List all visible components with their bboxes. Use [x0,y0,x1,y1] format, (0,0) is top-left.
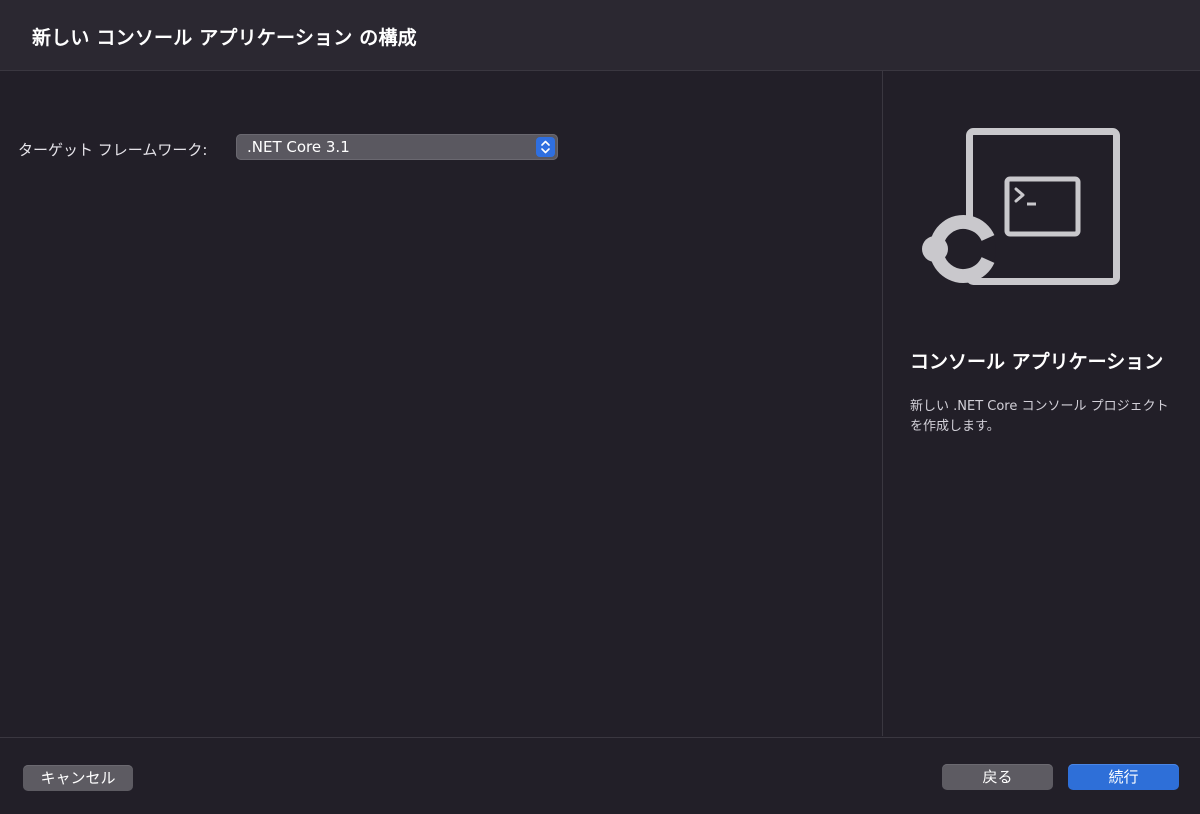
target-framework-value: .NET Core 3.1 [247,138,350,156]
target-framework-label: ターゲット フレームワーク: [18,141,208,159]
chevron-updown-icon [536,137,555,157]
template-title: コンソール アプリケーション [910,351,1164,373]
template-description: 新しい .NET Core コンソール プロジェクトを作成します。 [910,399,1169,434]
continue-button[interactable]: 続行 [1068,764,1179,790]
target-framework-select[interactable]: .NET Core 3.1 [236,134,558,160]
dialog-header: 新しい コンソール アプリケーション の構成 [0,0,1200,71]
console-app-icon [922,128,1120,285]
back-button[interactable]: 戻る [942,764,1053,790]
dialog-title: 新しい コンソール アプリケーション の構成 [32,27,417,49]
cancel-button[interactable]: キャンセル [23,765,133,791]
main-panel [0,71,882,736]
